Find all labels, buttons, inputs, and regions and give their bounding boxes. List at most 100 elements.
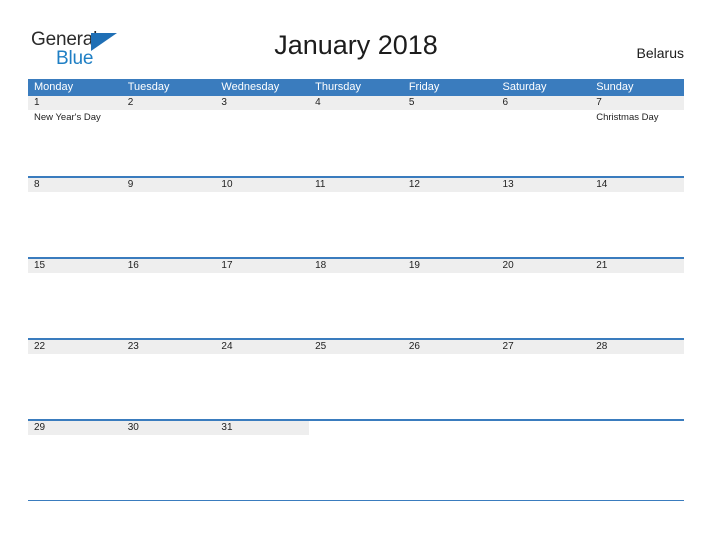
day-number-cell[interactable]: 4 bbox=[309, 96, 403, 110]
day-cell[interactable] bbox=[403, 435, 497, 502]
day-cell[interactable] bbox=[497, 354, 591, 421]
calendar-weeks: 1 2 3 4 5 6 7 New Year's Day Christmas Day 8 9 10 11… bbox=[28, 96, 684, 502]
day-cell[interactable] bbox=[497, 110, 591, 177]
day-cell[interactable] bbox=[590, 435, 684, 502]
day-number-cell[interactable]: 2 bbox=[122, 96, 216, 110]
day-cell[interactable] bbox=[590, 354, 684, 421]
day-events-band bbox=[28, 354, 684, 421]
day-events-band: New Year's Day Christmas Day bbox=[28, 110, 684, 177]
day-events-band bbox=[28, 273, 684, 340]
day-cell[interactable] bbox=[309, 273, 403, 340]
day-number-cell[interactable]: 28 bbox=[590, 340, 684, 354]
weekday-header-row: Monday Tuesday Wednesday Thursday Friday… bbox=[28, 79, 684, 96]
day-cell[interactable] bbox=[28, 192, 122, 259]
day-number-cell[interactable]: 3 bbox=[215, 96, 309, 110]
day-number-cell[interactable]: 15 bbox=[28, 259, 122, 273]
calendar-grid: Monday Tuesday Wednesday Thursday Friday… bbox=[28, 79, 684, 502]
week-divider bbox=[28, 500, 684, 501]
day-number-cell[interactable]: 30 bbox=[122, 421, 216, 435]
day-number-cell[interactable]: 27 bbox=[497, 340, 591, 354]
day-number-cell[interactable]: 21 bbox=[590, 259, 684, 273]
day-cell[interactable] bbox=[309, 354, 403, 421]
weekday-header-friday: Friday bbox=[408, 81, 440, 93]
day-number-cell[interactable]: 16 bbox=[122, 259, 216, 273]
day-number-cell[interactable]: 18 bbox=[309, 259, 403, 273]
weekday-header-sunday: Sunday bbox=[596, 81, 634, 93]
day-number-band: 22 23 24 25 26 27 28 bbox=[28, 339, 684, 354]
day-number-cell[interactable]: 5 bbox=[403, 96, 497, 110]
day-cell[interactable] bbox=[403, 273, 497, 340]
weekday-header-thursday: Thursday bbox=[315, 81, 361, 93]
day-events-band bbox=[28, 435, 684, 502]
calendar-week-row: 1 2 3 4 5 6 7 New Year's Day Christmas Day bbox=[28, 96, 684, 177]
page-header: General Blue January 2018 Belarus bbox=[0, 0, 712, 78]
day-cell[interactable] bbox=[590, 273, 684, 340]
day-number-cell-empty bbox=[496, 421, 591, 435]
day-cell[interactable] bbox=[403, 354, 497, 421]
day-cell[interactable] bbox=[28, 354, 122, 421]
day-events-band bbox=[28, 192, 684, 259]
day-cell[interactable] bbox=[403, 192, 497, 259]
day-cell[interactable] bbox=[122, 110, 216, 177]
day-cell[interactable] bbox=[309, 192, 403, 259]
day-number-cell[interactable]: 19 bbox=[403, 259, 497, 273]
day-number-cell[interactable]: 11 bbox=[309, 178, 403, 192]
calendar-week-row: 29 30 31 bbox=[28, 420, 684, 502]
day-cell[interactable] bbox=[403, 110, 497, 177]
holiday-label: Christmas Day bbox=[596, 112, 659, 123]
day-cell[interactable] bbox=[122, 354, 216, 421]
day-number-band: 8 9 10 11 12 13 14 bbox=[28, 177, 684, 192]
day-number-cell-empty bbox=[590, 421, 684, 435]
day-cell[interactable] bbox=[497, 192, 591, 259]
day-number-cell[interactable]: 7 bbox=[590, 96, 684, 110]
day-number-cell[interactable]: 31 bbox=[215, 421, 309, 435]
day-number-cell[interactable]: 23 bbox=[122, 340, 216, 354]
day-cell[interactable] bbox=[122, 192, 216, 259]
day-cell[interactable]: Christmas Day bbox=[590, 110, 684, 177]
day-cell[interactable] bbox=[497, 435, 591, 502]
day-cell[interactable] bbox=[590, 192, 684, 259]
day-cell[interactable] bbox=[215, 435, 309, 502]
day-cell[interactable] bbox=[309, 435, 403, 502]
day-number-cell[interactable]: 20 bbox=[497, 259, 591, 273]
country-label: Belarus bbox=[636, 45, 684, 61]
day-number-cell[interactable]: 12 bbox=[403, 178, 497, 192]
day-cell[interactable] bbox=[215, 354, 309, 421]
day-cell[interactable] bbox=[28, 273, 122, 340]
day-cell[interactable] bbox=[497, 273, 591, 340]
day-number-band: 29 30 31 bbox=[28, 420, 684, 435]
day-number-cell[interactable]: 24 bbox=[215, 340, 309, 354]
day-number-cell[interactable]: 10 bbox=[215, 178, 309, 192]
calendar-week-row: 15 16 17 18 19 20 21 bbox=[28, 258, 684, 340]
day-cell[interactable] bbox=[215, 192, 309, 259]
calendar-week-row: 8 9 10 11 12 13 14 bbox=[28, 177, 684, 259]
day-number-cell[interactable]: 1 bbox=[28, 96, 122, 110]
day-number-band: 15 16 17 18 19 20 21 bbox=[28, 258, 684, 273]
day-number-cell[interactable]: 17 bbox=[215, 259, 309, 273]
day-cell[interactable] bbox=[28, 435, 122, 502]
day-number-cell[interactable]: 29 bbox=[28, 421, 122, 435]
holiday-label: New Year's Day bbox=[34, 112, 101, 123]
day-cell[interactable] bbox=[215, 273, 309, 340]
day-cell[interactable] bbox=[215, 110, 309, 177]
day-cell[interactable] bbox=[122, 273, 216, 340]
day-number-cell[interactable]: 8 bbox=[28, 178, 122, 192]
day-number-cell[interactable]: 25 bbox=[309, 340, 403, 354]
weekday-header-wednesday: Wednesday bbox=[221, 81, 280, 93]
day-number-cell[interactable]: 22 bbox=[28, 340, 122, 354]
weekday-header-monday: Monday bbox=[34, 81, 74, 93]
day-number-cell[interactable]: 13 bbox=[497, 178, 591, 192]
day-number-band: 1234567 bbox=[28, 96, 684, 110]
day-number-cell[interactable]: 6 bbox=[497, 96, 591, 110]
day-number-cell[interactable]: 14 bbox=[590, 178, 684, 192]
day-cell[interactable] bbox=[122, 435, 216, 502]
day-cell[interactable]: New Year's Day bbox=[28, 110, 122, 177]
calendar-page: General Blue January 2018 Belarus Monday… bbox=[0, 0, 712, 550]
day-number-cell[interactable]: 9 bbox=[122, 178, 216, 192]
weekday-header-saturday: Saturday bbox=[502, 81, 547, 93]
day-number-cell[interactable]: 26 bbox=[403, 340, 497, 354]
page-title: January 2018 bbox=[274, 30, 438, 60]
weekday-header-tuesday: Tuesday bbox=[127, 81, 170, 93]
day-number-cell-empty bbox=[402, 421, 497, 435]
day-cell[interactable] bbox=[309, 110, 403, 177]
